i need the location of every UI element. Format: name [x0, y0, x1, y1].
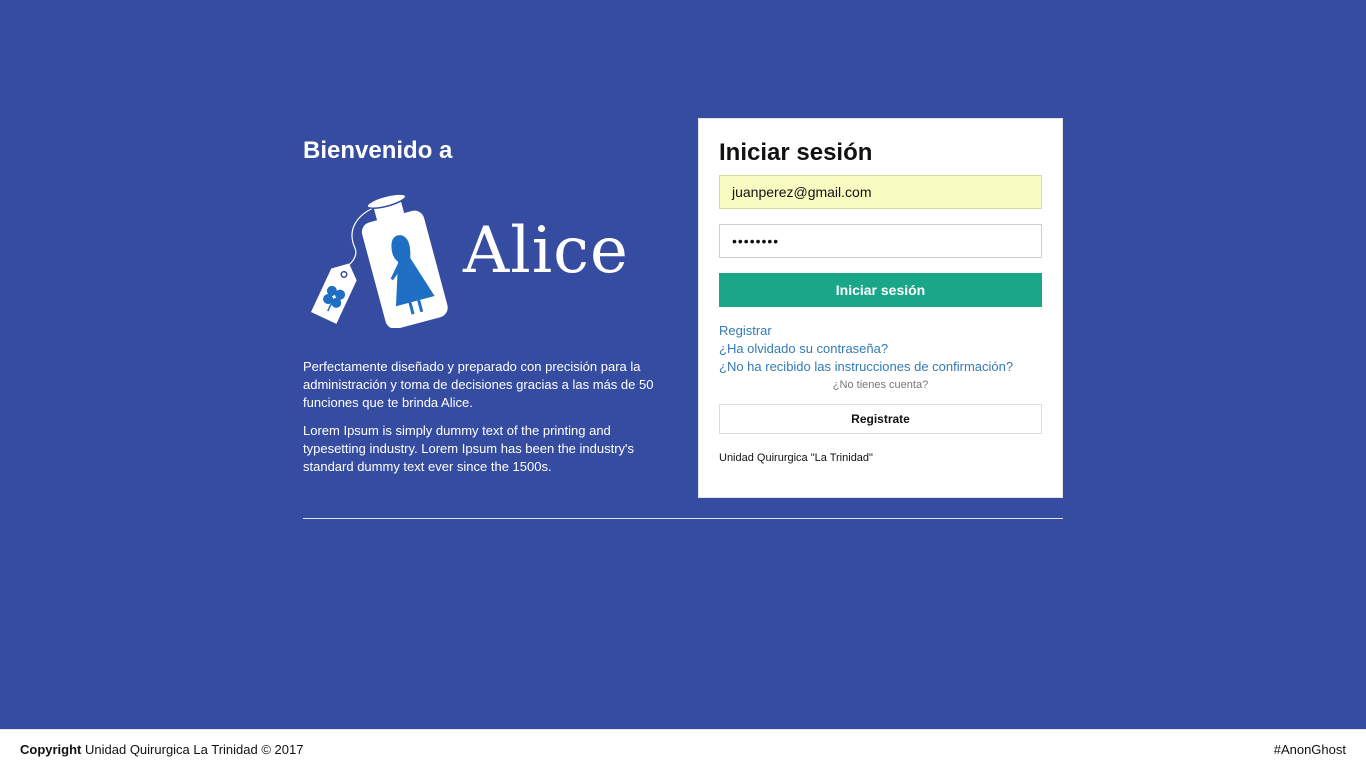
welcome-description: Perfectamente diseñado y preparado con p… [303, 359, 654, 410]
login-card: Iniciar sesión juanperez@gmail.com •••••… [698, 118, 1063, 498]
resend-confirmation-link[interactable]: ¿No ha recibido las instrucciones de con… [719, 358, 1042, 376]
footer-tag: #AnonGhost [1273, 742, 1346, 757]
no-account-text: ¿No tienes cuenta? [832, 379, 929, 391]
welcome-title: Bienvenido a [303, 137, 453, 164]
register-link[interactable]: Registrar [719, 322, 1042, 340]
forgot-password-link[interactable]: ¿Ha olvidado su contraseña? [719, 340, 1042, 358]
login-title: Iniciar sesión [719, 139, 873, 166]
register-button[interactable]: Registrate [719, 404, 1042, 434]
email-value: juanperez@gmail.com [732, 184, 872, 200]
alice-bottle-logo-icon [311, 193, 448, 328]
email-field[interactable]: juanperez@gmail.com [719, 175, 1042, 209]
password-value: •••••••• [732, 233, 780, 249]
welcome-section: Bienvenido a Alice Perfectamente diseñad… [303, 136, 663, 474]
copyright-text: Unidad Quirurgica La Trinidad © 2017 [85, 742, 304, 757]
logo-wordmark: Alice [463, 214, 629, 288]
copyright: Copyright Unidad Quirurgica La Trinidad … [20, 742, 303, 757]
alice-logo: Alice [303, 188, 653, 328]
password-field[interactable]: •••••••• [719, 224, 1042, 258]
divider [303, 518, 1063, 519]
welcome-lorem: Lorem Ipsum is simply dummy text of the … [303, 423, 635, 474]
page-footer: Copyright Unidad Quirurgica La Trinidad … [0, 729, 1366, 768]
card-footer-text: Unidad Quirurgica "La Trinidad" [719, 452, 873, 464]
copyright-label: Copyright [20, 742, 82, 757]
auth-links: Registrar ¿Ha olvidado su contraseña? ¿N… [719, 322, 1042, 376]
login-button[interactable]: Iniciar sesión [719, 273, 1042, 307]
clover-tag-icon [311, 263, 357, 324]
